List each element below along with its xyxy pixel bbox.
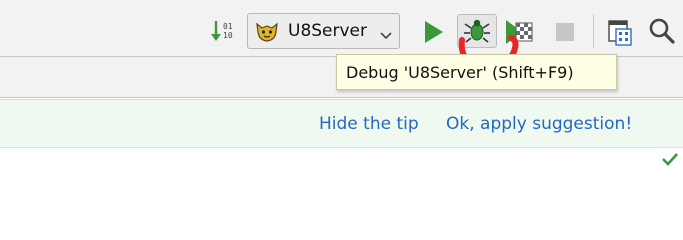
project-structure-button[interactable] (606, 18, 634, 48)
run-configuration-label: U8Server (288, 21, 368, 41)
stop-icon (556, 23, 574, 41)
run-button[interactable] (419, 17, 447, 47)
tomcat-icon (255, 20, 279, 48)
chevron-down-icon[interactable] (379, 26, 393, 45)
main-toolbar: 01 10 U8Server (0, 0, 683, 57)
svg-text:01: 01 (223, 22, 233, 31)
checkmark-icon (661, 151, 679, 170)
sort-binary-icon[interactable]: 01 10 (208, 16, 238, 46)
stop-button[interactable] (554, 21, 576, 43)
editor-area[interactable] (0, 148, 683, 208)
play-icon (425, 21, 443, 43)
run-configuration-selector[interactable]: U8Server (247, 13, 400, 49)
tooltip-text: Debug 'U8Server' (Shift+F9) (346, 63, 574, 82)
debug-tooltip: Debug 'U8Server' (Shift+F9) (336, 54, 617, 90)
apply-suggestion-link[interactable]: Ok, apply suggestion! (446, 114, 632, 134)
search-button[interactable] (647, 16, 677, 46)
svg-text:10: 10 (223, 31, 233, 40)
tip-bar: Hide the tip Ok, apply suggestion! (0, 99, 683, 148)
project-structure-icon (608, 20, 632, 46)
search-icon (649, 18, 675, 44)
hide-tip-link[interactable]: Hide the tip (319, 114, 419, 134)
toolbar-separator (593, 14, 594, 48)
